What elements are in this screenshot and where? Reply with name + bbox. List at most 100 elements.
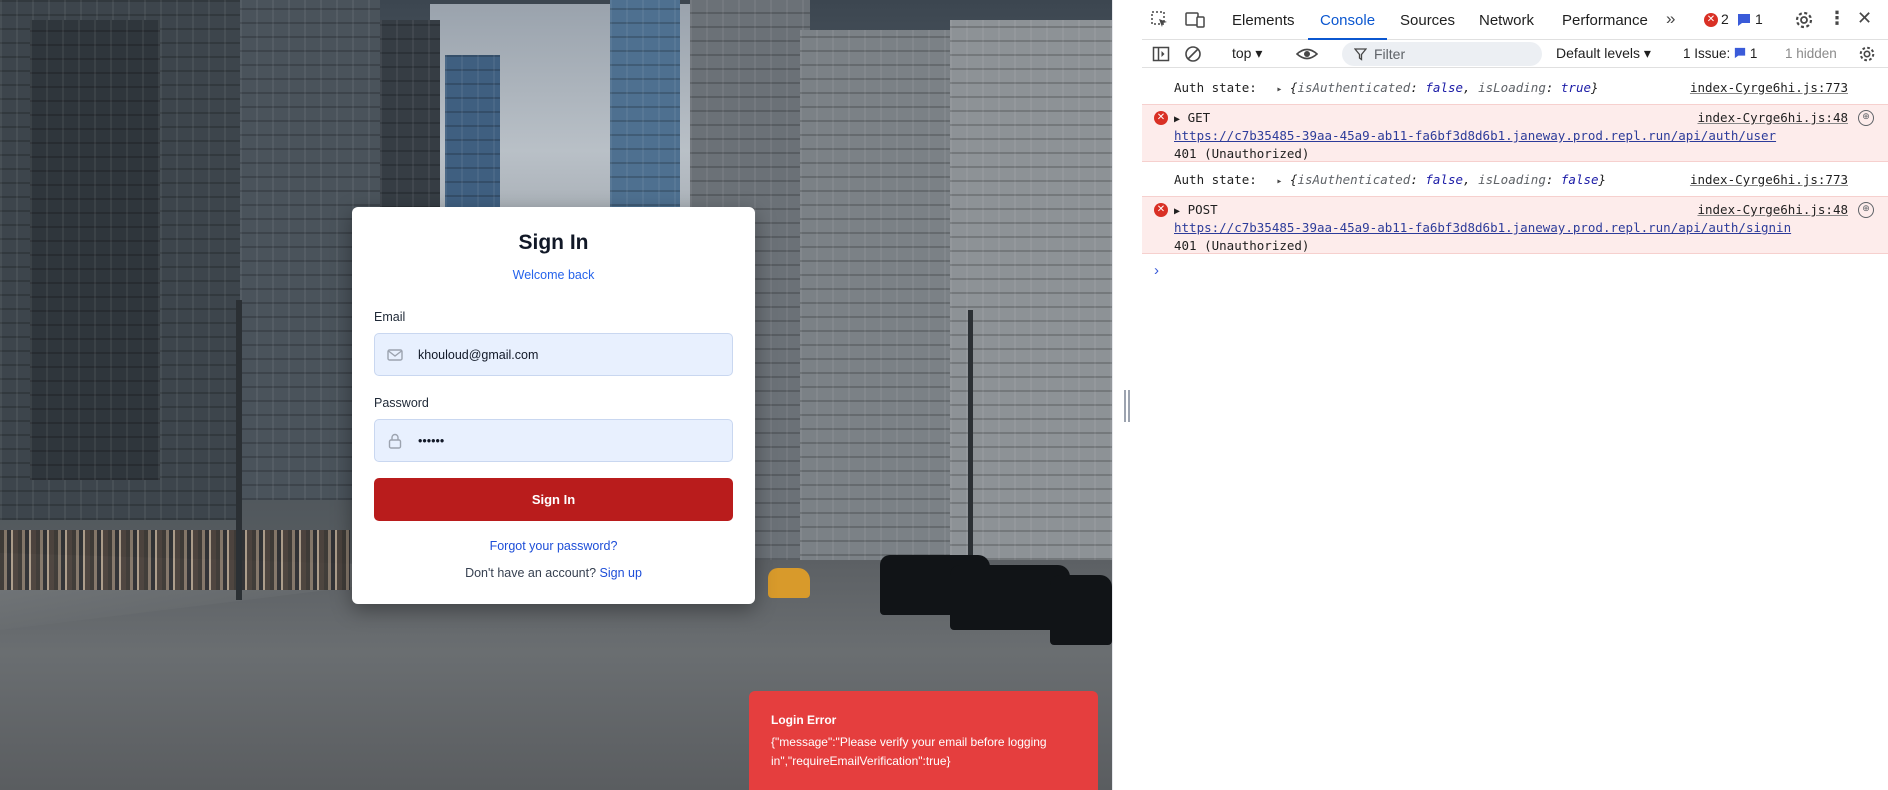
log-text: Auth state: ▸ {isAuthenticated: false, i… (1174, 80, 1599, 95)
eye-icon[interactable] (1296, 45, 1318, 63)
toast-title: Login Error (771, 713, 837, 727)
filter-placeholder: Filter (1374, 46, 1406, 62)
lock-icon (388, 433, 402, 449)
console-error-row[interactable]: ✕ ▶ POST index-Cyrge6hi.js:48 ⊕ https://… (1142, 196, 1888, 254)
object-value: false (1425, 172, 1464, 187)
sign-in-card: Sign In Welcome back Email khouloud@gmai… (352, 207, 755, 604)
log-prefix: Auth state: (1174, 172, 1257, 187)
source-link[interactable]: index-Cyrge6hi.js:48 (1697, 202, 1848, 217)
log-object[interactable]: {isAuthenticated: false, isLoading: fals… (1290, 172, 1606, 187)
message-icon (1738, 14, 1750, 26)
source-link[interactable]: index-Cyrge6hi.js:773 (1690, 80, 1848, 95)
toast-message: {"message":"Please verify your email bef… (771, 735, 1047, 768)
sign-in-button[interactable]: Sign In (374, 478, 733, 521)
console-error-row[interactable]: ✕ ▶ GET index-Cyrge6hi.js:48 ⊕ https://c… (1142, 104, 1888, 162)
more-vert-icon[interactable]: ⋮ (1828, 8, 1846, 29)
brace-close: } (1598, 172, 1607, 187)
sign-up-link[interactable]: Sign up (600, 566, 642, 580)
network-request-icon[interactable]: ⊕ (1858, 202, 1874, 218)
pedestrians (0, 530, 350, 590)
status-text: 401 (Unauthorized) (1174, 238, 1310, 253)
street-lamp (236, 300, 242, 600)
console-log-row[interactable]: Auth state: ▸ {isAuthenticated: false, i… (1142, 162, 1888, 196)
error-icon: ✕ (1154, 111, 1168, 125)
log-levels-dropdown[interactable]: Default levels ▾ (1556, 45, 1651, 62)
devtools-tab-bar: Elements Console Sources Network Perform… (1142, 0, 1888, 40)
drag-handle-icon[interactable] (1124, 390, 1130, 422)
tab-elements[interactable]: Elements (1232, 0, 1295, 40)
object-value: false (1425, 80, 1464, 95)
street-lamp (968, 310, 973, 560)
status-text: 401 (Unauthorized) (1174, 146, 1310, 161)
app-page: Sign In Welcome back Email khouloud@gmai… (0, 0, 1112, 790)
request-method: ▶ POST (1174, 202, 1218, 217)
object-key: isAuthenticated (1297, 80, 1411, 95)
console-settings-icon[interactable] (1858, 45, 1876, 63)
mail-icon (387, 349, 403, 361)
background-building (445, 55, 500, 225)
error-icon: ✕ (1704, 13, 1718, 27)
login-error-toast[interactable]: Login Error {"message":"Please verify yo… (749, 691, 1098, 790)
message-icon (1734, 47, 1746, 59)
console-log-row[interactable]: Auth state: ▸ {isAuthenticated: false, i… (1142, 70, 1888, 104)
forgot-password-link[interactable]: Forgot your password? (352, 539, 755, 553)
method-text: POST (1187, 202, 1218, 217)
password-value: •••••• (418, 434, 445, 448)
log-text: Auth state: ▸ {isAuthenticated: false, i… (1174, 172, 1607, 187)
log-object[interactable]: {isAuthenticated: false, isLoading: true… (1290, 80, 1599, 95)
email-field[interactable]: khouloud@gmail.com (374, 333, 733, 376)
overflow-chevrons-icon[interactable]: » (1666, 9, 1675, 29)
log-prefix: Auth state: (1174, 80, 1257, 95)
source-link[interactable]: index-Cyrge6hi.js:48 (1697, 110, 1848, 125)
signup-row: Don't have an account? Sign up (352, 566, 755, 580)
object-value: false (1560, 172, 1599, 187)
password-field[interactable]: •••••• (374, 419, 733, 462)
source-link[interactable]: index-Cyrge6hi.js:773 (1690, 172, 1848, 187)
no-account-text: Don't have an account? (465, 566, 597, 580)
method-text: GET (1187, 110, 1211, 125)
brace-close: } (1591, 80, 1599, 95)
welcome-subtitle: Welcome back (512, 268, 595, 282)
password-label: Password (374, 396, 429, 410)
filter-icon (1354, 48, 1367, 61)
car (1050, 575, 1112, 645)
background-building (610, 0, 680, 220)
settings-gear-icon[interactable] (1794, 10, 1814, 30)
tab-console[interactable]: Console (1307, 0, 1388, 40)
error-count[interactable]: 2 (1721, 11, 1729, 27)
log-levels-value: Default levels (1556, 45, 1641, 61)
taxi (768, 568, 810, 598)
issues-count: 1 (1749, 46, 1758, 61)
close-icon[interactable]: ✕ (1857, 8, 1872, 29)
tab-sources[interactable]: Sources (1400, 0, 1455, 40)
context-selector[interactable]: top ▾ (1232, 45, 1262, 62)
issues-label: 1 Issue: (1683, 46, 1731, 61)
tab-network[interactable]: Network (1479, 0, 1534, 40)
context-value: top (1232, 45, 1252, 61)
prompt-chevron-icon[interactable]: › (1154, 262, 1159, 279)
message-count[interactable]: 1 (1755, 11, 1763, 27)
hidden-count: 1 hidden (1785, 46, 1837, 61)
object-key: isLoading (1478, 172, 1546, 187)
tab-performance[interactable]: Performance (1562, 0, 1648, 40)
clear-console-icon[interactable] (1184, 45, 1202, 63)
issues-button[interactable]: 1 Issue: 1 (1683, 46, 1757, 61)
filter-input[interactable]: Filter (1342, 42, 1542, 66)
background-building (800, 30, 950, 570)
error-icon: ✕ (1154, 203, 1168, 217)
device-toggle-icon[interactable] (1184, 10, 1206, 30)
request-method: ▶ GET (1174, 110, 1211, 125)
request-url[interactable]: https://c7b35485-39aa-45a9-ab11-fa6bf3d8… (1174, 220, 1791, 235)
sidebar-toggle-icon[interactable] (1152, 45, 1170, 63)
request-url[interactable]: https://c7b35485-39aa-45a9-ab11-fa6bf3d8… (1174, 128, 1776, 143)
inspect-icon[interactable] (1150, 10, 1170, 30)
object-key: isAuthenticated (1297, 172, 1411, 187)
email-label: Email (374, 310, 406, 324)
object-key: isLoading (1478, 80, 1546, 95)
email-value: khouloud@gmail.com (418, 348, 539, 362)
network-request-icon[interactable]: ⊕ (1858, 110, 1874, 126)
devtools-splitter[interactable] (1112, 0, 1142, 790)
devtools-panel: Elements Console Sources Network Perform… (1142, 0, 1888, 790)
background-building (30, 20, 160, 480)
object-value: true (1560, 80, 1592, 95)
